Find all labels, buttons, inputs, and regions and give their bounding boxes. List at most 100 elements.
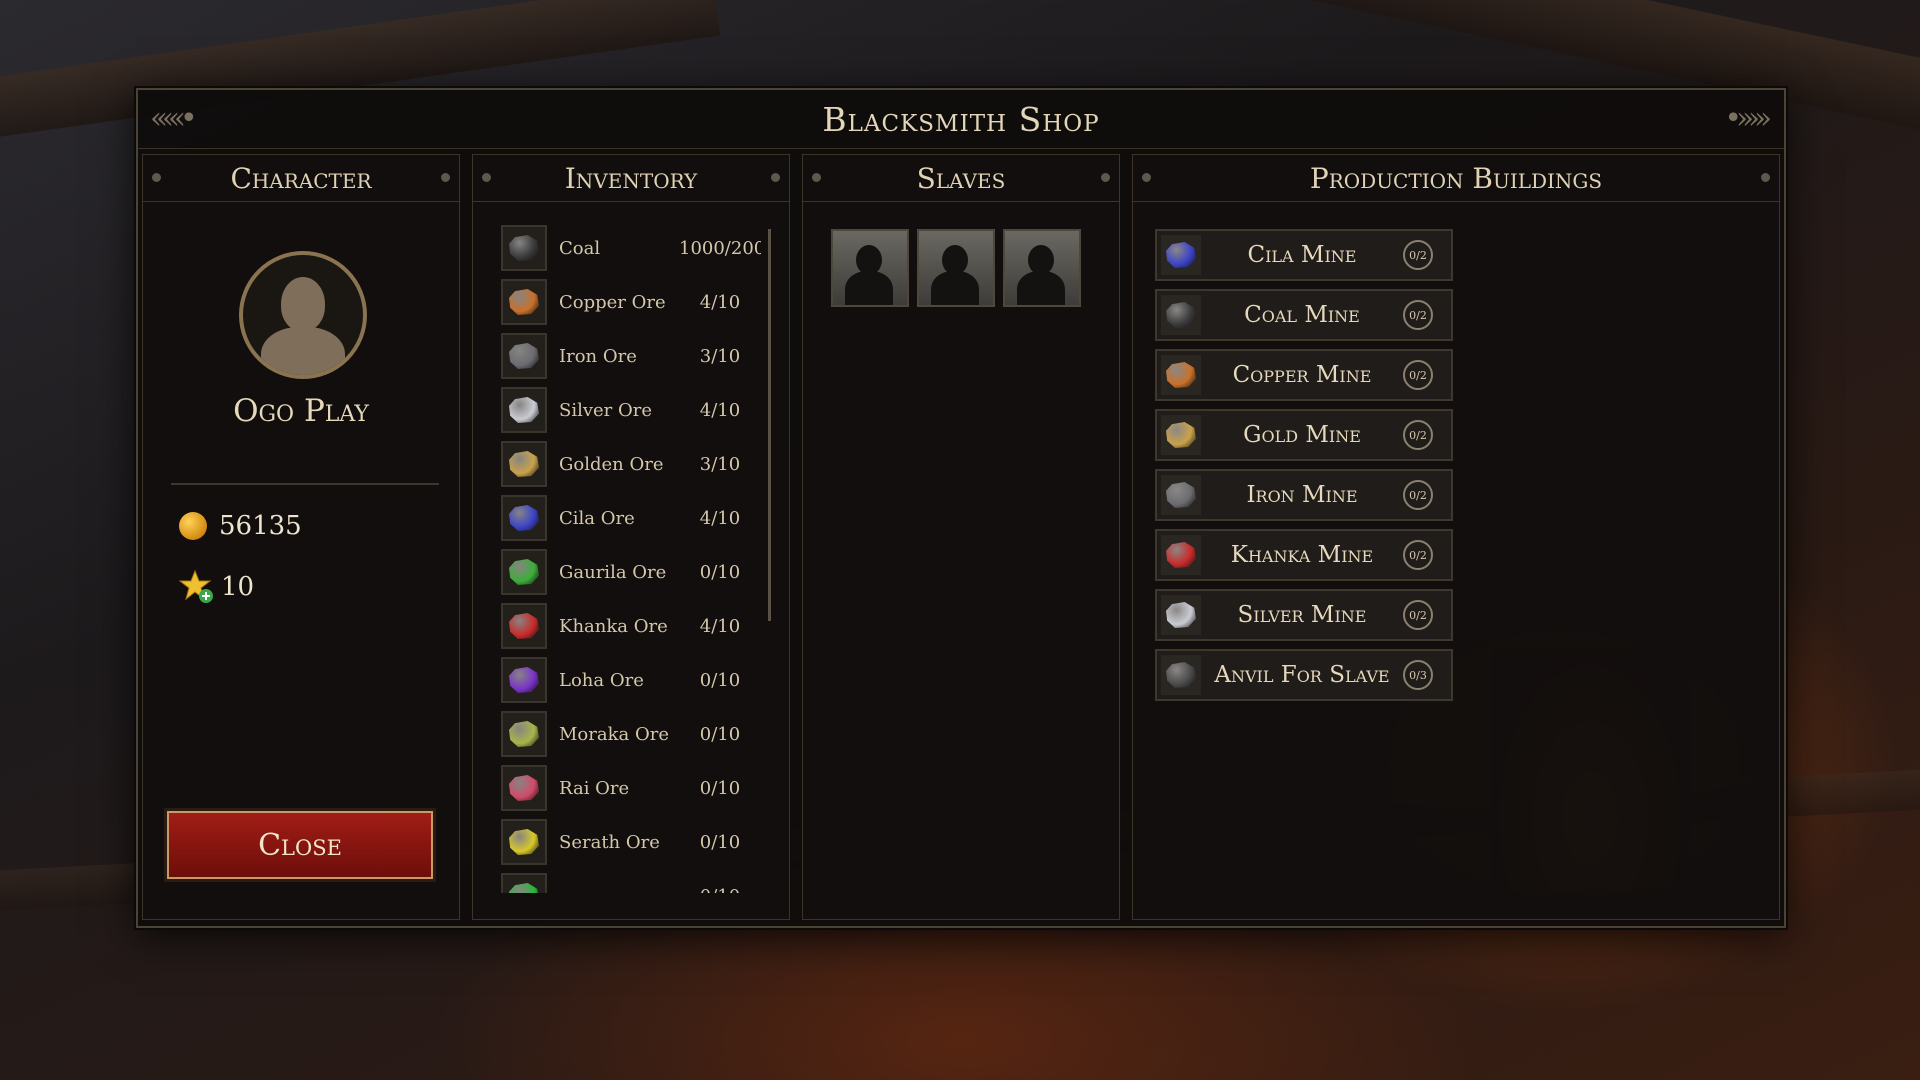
building-icon [1161, 655, 1201, 695]
ore-shape-icon [1166, 542, 1196, 568]
building-count-badge: 0/2 [1403, 540, 1433, 570]
inventory-item[interactable]: Khanka Ore 4/10 [501, 599, 761, 653]
building-count-badge: 0/2 [1403, 420, 1433, 450]
ore-icon [501, 333, 547, 379]
gold-coin-icon [179, 512, 207, 540]
inventory-item[interactable]: Copper Ore 4/10 [501, 275, 761, 329]
ore-shape-icon [509, 451, 539, 477]
production-building-button[interactable]: Gold Mine 0/2 [1155, 409, 1453, 461]
building-icon [1161, 535, 1201, 575]
slave-slot[interactable] [917, 229, 995, 307]
close-button[interactable]: Close [167, 811, 433, 879]
production-building-button[interactable]: Khanka Mine 0/2 [1155, 529, 1453, 581]
slave-body-icon [845, 271, 893, 305]
building-icon [1161, 475, 1201, 515]
production-building-button[interactable]: Copper Mine 0/2 [1155, 349, 1453, 401]
window-title: Blacksmith Shop [822, 99, 1100, 139]
inventory-item-name: Rai Ore [559, 777, 630, 799]
inventory-item-quantity: 1000/2000 [679, 237, 761, 259]
ore-shape-icon [509, 505, 539, 531]
inventory-item[interactable]: Silver Ore 4/10 [501, 383, 761, 437]
ore-shape-icon [509, 397, 539, 423]
ore-icon [501, 657, 547, 703]
ore-shape-icon [1166, 602, 1196, 628]
inventory-item[interactable]: Cila Ore 4/10 [501, 491, 761, 545]
inventory-item-quantity: 0/10 [699, 777, 741, 799]
production-panel-title: Production Buildings [1309, 161, 1603, 195]
inventory-item[interactable]: Moraka Ore 0/10 [501, 707, 761, 761]
character-name: Ogo Play [233, 393, 369, 429]
ore-icon [501, 603, 547, 649]
inventory-item[interactable]: Serath Ore 0/10 [501, 815, 761, 869]
slaves-panel-header: Slaves [803, 155, 1119, 202]
ore-shape-icon [1166, 662, 1196, 688]
character-panel-title: Character [230, 161, 372, 195]
inventory-item[interactable]: Gaurila Ore 0/10 [501, 545, 761, 599]
production-list: Cila Mine 0/2 Coal Mine 0/2 Copper Mine 0/2 Go… [1155, 229, 1453, 709]
inventory-item[interactable]: Iron Ore 3/10 [501, 329, 761, 383]
inventory-item-quantity: 4/10 [699, 291, 741, 313]
slaves-panel-title: Slaves [916, 161, 1006, 195]
production-building-button[interactable]: Silver Mine 0/2 [1155, 589, 1453, 641]
inventory-item-quantity: 4/10 [699, 507, 741, 529]
building-label: Khanka Mine [1230, 542, 1374, 568]
building-count-badge: 0/2 [1403, 480, 1433, 510]
production-building-button[interactable]: Coal Mine 0/2 [1155, 289, 1453, 341]
inventory-panel-title: Inventory [564, 161, 698, 195]
ore-icon [501, 549, 547, 595]
character-panel: Character Ogo Play 56135 10 Close [142, 154, 460, 920]
slave-slot[interactable] [831, 229, 909, 307]
ore-shape-icon [509, 235, 539, 261]
title-bar: ‹‹‹‹‹• Blacksmith Shop •››››› [138, 90, 1784, 149]
inventory-item[interactable]: Coal 1000/2000 [501, 221, 761, 275]
production-panel-header: Production Buildings [1133, 155, 1779, 202]
ore-shape-icon [509, 613, 539, 639]
inventory-item-quantity: 4/10 [699, 399, 741, 421]
inventory-scrollbar[interactable] [768, 229, 771, 621]
avatar-head-icon [281, 277, 325, 331]
ore-icon [501, 225, 547, 271]
inventory-list[interactable]: Coal 1000/2000 Copper Ore 4/10 Iron Ore 3/10 S… [501, 221, 761, 893]
ore-shape-icon [509, 775, 539, 801]
building-label: Anvil For Slave [1214, 662, 1390, 688]
inventory-item-name: Loha Ore [559, 669, 644, 691]
ore-icon [501, 495, 547, 541]
left-ornament-icon: ‹‹‹‹‹• [150, 101, 198, 136]
ore-shape-icon [1166, 242, 1196, 268]
ore-icon [501, 711, 547, 757]
inventory-item-name: Coal [559, 237, 601, 259]
ore-shape-icon [509, 289, 539, 315]
production-building-button[interactable]: Iron Mine 0/2 [1155, 469, 1453, 521]
blacksmith-shop-window: ‹‹‹‹‹• Blacksmith Shop •››››› Character … [136, 88, 1786, 928]
building-icon [1161, 415, 1201, 455]
production-building-button[interactable]: Anvil For Slave 0/3 [1155, 649, 1453, 701]
header-dot-icon [152, 173, 161, 182]
ore-icon [501, 819, 547, 865]
building-icon [1161, 295, 1201, 335]
building-count-badge: 0/3 [1403, 660, 1433, 690]
ore-shape-icon [1166, 422, 1196, 448]
inventory-panel-header: Inventory [473, 155, 789, 202]
slave-body-icon [1017, 271, 1065, 305]
ore-icon [501, 873, 547, 893]
building-label: Silver Mine [1237, 602, 1367, 628]
inventory-item[interactable]: Rai Ore 0/10 [501, 761, 761, 815]
slave-body-icon [931, 271, 979, 305]
header-dot-icon [482, 173, 491, 182]
inventory-item-name: Khanka Ore [559, 615, 668, 637]
inventory-item-name: Iron Ore [559, 345, 637, 367]
building-label: Iron Mine [1246, 482, 1358, 508]
avatar-body-icon [261, 327, 345, 375]
inventory-item[interactable]: 0/10 [501, 869, 761, 893]
ore-shape-icon [509, 559, 539, 585]
ore-icon [501, 279, 547, 325]
production-building-button[interactable]: Cila Mine 0/2 [1155, 229, 1453, 281]
production-panel: Production Buildings Cila Mine 0/2 Coal Mi… [1132, 154, 1780, 920]
ore-shape-icon [1166, 482, 1196, 508]
inventory-item[interactable]: Golden Ore 3/10 [501, 437, 761, 491]
star-stat: 10 [179, 569, 254, 605]
slave-slot[interactable] [1003, 229, 1081, 307]
building-count-badge: 0/2 [1403, 240, 1433, 270]
inventory-item[interactable]: Loha Ore 0/10 [501, 653, 761, 707]
ore-shape-icon [1166, 362, 1196, 388]
